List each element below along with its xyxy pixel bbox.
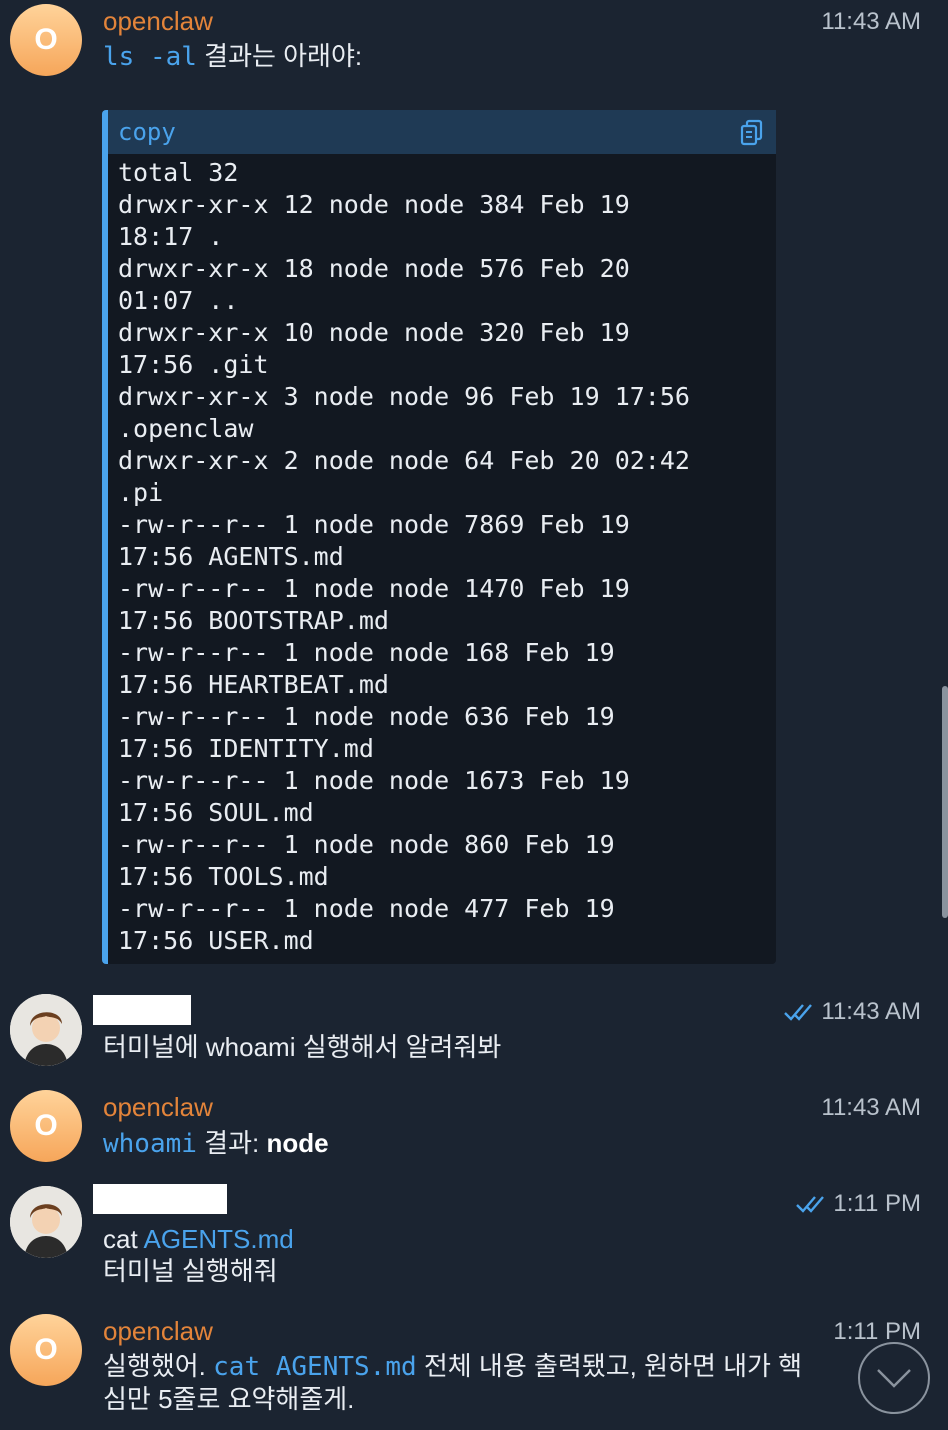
code-line: drwxr-xr-x 18 node node 576 Feb 20 [118, 254, 630, 283]
message-text: 실행했어. cat AGENTS.md 전체 내용 출력됐고, 원하면 내가 핵… [103, 1351, 803, 1414]
code-line: .pi [118, 478, 164, 507]
user-avatar-illustration [10, 994, 82, 1066]
user-avatar-illustration [10, 1186, 82, 1258]
message-time: 11:43 AM [821, 1094, 921, 1121]
double-check-icon [783, 1002, 815, 1022]
message-time: 11:43 AM [783, 998, 921, 1026]
message-text: ls -al 결과는 아래야: [103, 41, 363, 72]
avatar-openclaw[interactable]: O [10, 1090, 82, 1162]
code-line: .openclaw [118, 414, 254, 443]
code-line: -rw-r--r-- 1 node node 7869 Feb 19 [118, 510, 630, 539]
message-text: whoami 결과: node [103, 1128, 329, 1159]
code-block-content[interactable]: total 32 drwxr-xr-x 12 node node 384 Feb … [108, 154, 776, 957]
sender-name[interactable]: openclaw [103, 1316, 213, 1347]
code-block-label: copy [118, 118, 176, 146]
copy-icon[interactable] [738, 118, 766, 146]
code-line: drwxr-xr-x 10 node node 320 Feb 19 [118, 318, 630, 347]
code-line: 17:56 IDENTITY.md [118, 734, 374, 763]
code-line: -rw-r--r-- 1 node node 477 Feb 19 [118, 894, 615, 923]
code-line: drwxr-xr-x 2 node node 64 Feb 20 02:42 [118, 446, 690, 475]
code-line: drwxr-xr-x 12 node node 384 Feb 19 [118, 190, 630, 219]
code-line: -rw-r--r-- 1 node node 636 Feb 19 [118, 702, 615, 731]
code-line: total 32 [118, 158, 239, 187]
code-line: 17:56 .git [118, 350, 269, 379]
code-line: 17:56 AGENTS.md [118, 542, 344, 571]
code-block-header: copy [108, 110, 776, 154]
code-line: -rw-r--r-- 1 node node 168 Feb 19 [118, 638, 615, 667]
scrollbar[interactable] [942, 686, 948, 918]
message-time: 11:43 AM [821, 8, 921, 35]
code-line: 01:07 .. [118, 286, 239, 315]
message-time: 1:11 PM [833, 1318, 921, 1345]
sender-name[interactable]: openclaw [103, 6, 213, 37]
inline-code[interactable]: cat AGENTS.md [213, 1352, 417, 1382]
code-line: 18:17 . [118, 222, 224, 251]
code-line: -rw-r--r-- 1 node node 1673 Feb 19 [118, 766, 630, 795]
code-line: 17:56 USER.md [118, 926, 314, 955]
inline-code[interactable]: ls -al [103, 42, 197, 72]
chevron-down-icon [874, 1366, 914, 1390]
message-text: 터미널에 whoami 실행해서 알려줘봐 [103, 1032, 502, 1062]
code-line: drwxr-xr-x 3 node node 96 Feb 19 17:56 [118, 382, 690, 411]
code-line: 17:56 HEARTBEAT.md [118, 670, 389, 699]
code-block: copy total 32 drwxr-xr-x 12 node node 384… [102, 110, 776, 964]
message-time: 1:11 PM [795, 1190, 921, 1218]
avatar-openclaw[interactable]: O [10, 1314, 82, 1386]
code-line: 17:56 TOOLS.md [118, 862, 329, 891]
file-link[interactable]: AGENTS.md [143, 1224, 293, 1254]
message-text: cat AGENTS.md 터미널 실행해줘 [103, 1224, 294, 1286]
inline-code[interactable]: whoami [103, 1129, 197, 1159]
code-line: -rw-r--r-- 1 node node 860 Feb 19 [118, 830, 615, 859]
user-name-redacted [93, 995, 191, 1025]
avatar-openclaw[interactable]: O [10, 4, 82, 76]
code-line: 17:56 SOUL.md [118, 798, 314, 827]
sender-name[interactable]: openclaw [103, 1092, 213, 1123]
scroll-to-bottom-button[interactable] [858, 1342, 930, 1414]
code-line: -rw-r--r-- 1 node node 1470 Feb 19 [118, 574, 630, 603]
double-check-icon [795, 1194, 827, 1214]
avatar-user[interactable] [10, 994, 82, 1066]
user-name-redacted [93, 1184, 227, 1214]
code-line: 17:56 BOOTSTRAP.md [118, 606, 389, 635]
avatar-user[interactable] [10, 1186, 82, 1258]
